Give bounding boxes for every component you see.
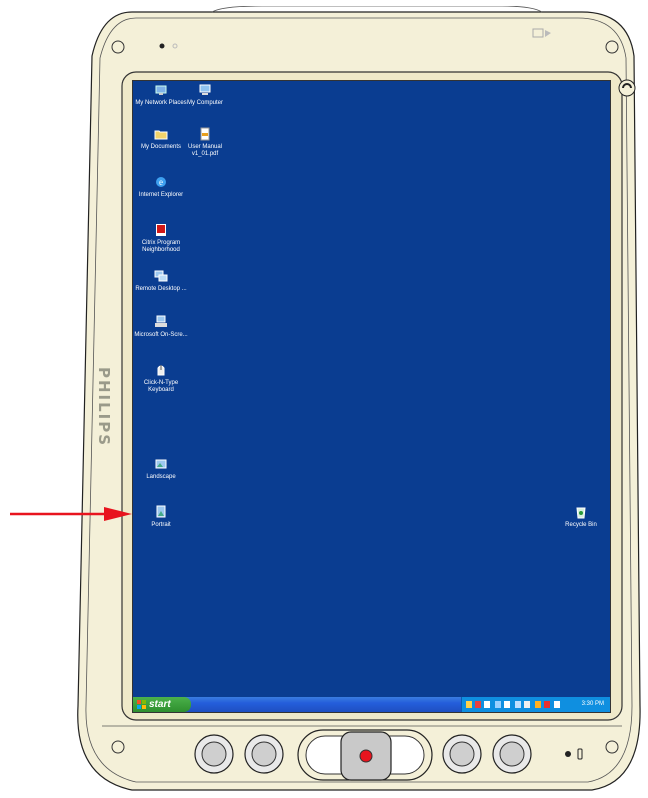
start-label: start: [149, 699, 171, 710]
right-button-2[interactable]: [492, 734, 532, 774]
internet-explorer-icon: e: [156, 177, 166, 187]
desktop-icon-click-n-type[interactable]: Click-N-Type Keyboard: [133, 363, 189, 394]
tray-icon-1[interactable]: [466, 701, 472, 708]
windows-logo-icon: [137, 700, 146, 709]
tray-icon-3[interactable]: [484, 701, 490, 708]
desktop-icon-landscape[interactable]: Landscape: [133, 457, 189, 481]
tray-icon-4[interactable]: [495, 701, 501, 708]
start-button[interactable]: start: [133, 697, 191, 712]
desktop-icon-citrix[interactable]: Citrix Program Neighborhood: [133, 223, 189, 254]
desktop-icon-user-manual[interactable]: User Manual v1_01.pdf: [177, 127, 233, 158]
citrix-icon: [156, 224, 166, 236]
system-tray: 3:30 PM: [461, 697, 610, 712]
desktop-icon-recycle-bin[interactable]: Recycle Bin: [553, 505, 609, 529]
remote-desktop-icon: [154, 270, 168, 282]
computer-icon: [199, 84, 211, 95]
left-button-2[interactable]: [244, 734, 284, 774]
recycle-bin-icon: [576, 507, 586, 519]
taskbar: start 3:30 PM: [133, 697, 610, 712]
network-places-icon: [155, 85, 167, 95]
tray-icon-8[interactable]: [535, 701, 541, 708]
landscape-icon: [155, 459, 167, 469]
tray-icon-2[interactable]: [475, 701, 481, 708]
pdf-document-icon: [200, 127, 210, 141]
tray-icon-10[interactable]: [554, 701, 560, 708]
tray-icon-7[interactable]: [524, 701, 530, 708]
taskbar-clock[interactable]: 3:30 PM: [582, 697, 604, 712]
left-button-1[interactable]: [194, 734, 234, 774]
annotation-arrow: [10, 507, 132, 521]
desktop-icon-on-screen-keyboard[interactable]: Microsoft On-Scre...: [133, 315, 189, 339]
desktop-icon-remote-desktop[interactable]: Remote Desktop ...: [133, 269, 189, 293]
tray-icon-5[interactable]: [504, 701, 510, 708]
on-screen-keyboard-icon: [155, 315, 167, 327]
tray-icon-9[interactable]: [544, 701, 550, 708]
desktop-icon-portrait[interactable]: Portrait: [133, 505, 189, 529]
brand-logo: PHILIPS: [84, 360, 118, 460]
portrait-icon: [156, 505, 166, 518]
documents-folder-icon: [154, 130, 168, 140]
brand-label: PHILIPS: [95, 366, 113, 448]
tray-icon-6[interactable]: [515, 701, 521, 708]
right-button-1[interactable]: [442, 734, 482, 774]
desktop-screen: My Network Places My Computer My Documen…: [132, 80, 611, 713]
desktop-icon-internet-explorer[interactable]: e Internet Explorer: [133, 175, 189, 199]
svg-text:e: e: [159, 177, 163, 187]
keyboard-icon: [157, 365, 165, 376]
power-button[interactable]: [340, 731, 392, 781]
desktop-icon-my-computer[interactable]: My Computer: [177, 83, 233, 107]
